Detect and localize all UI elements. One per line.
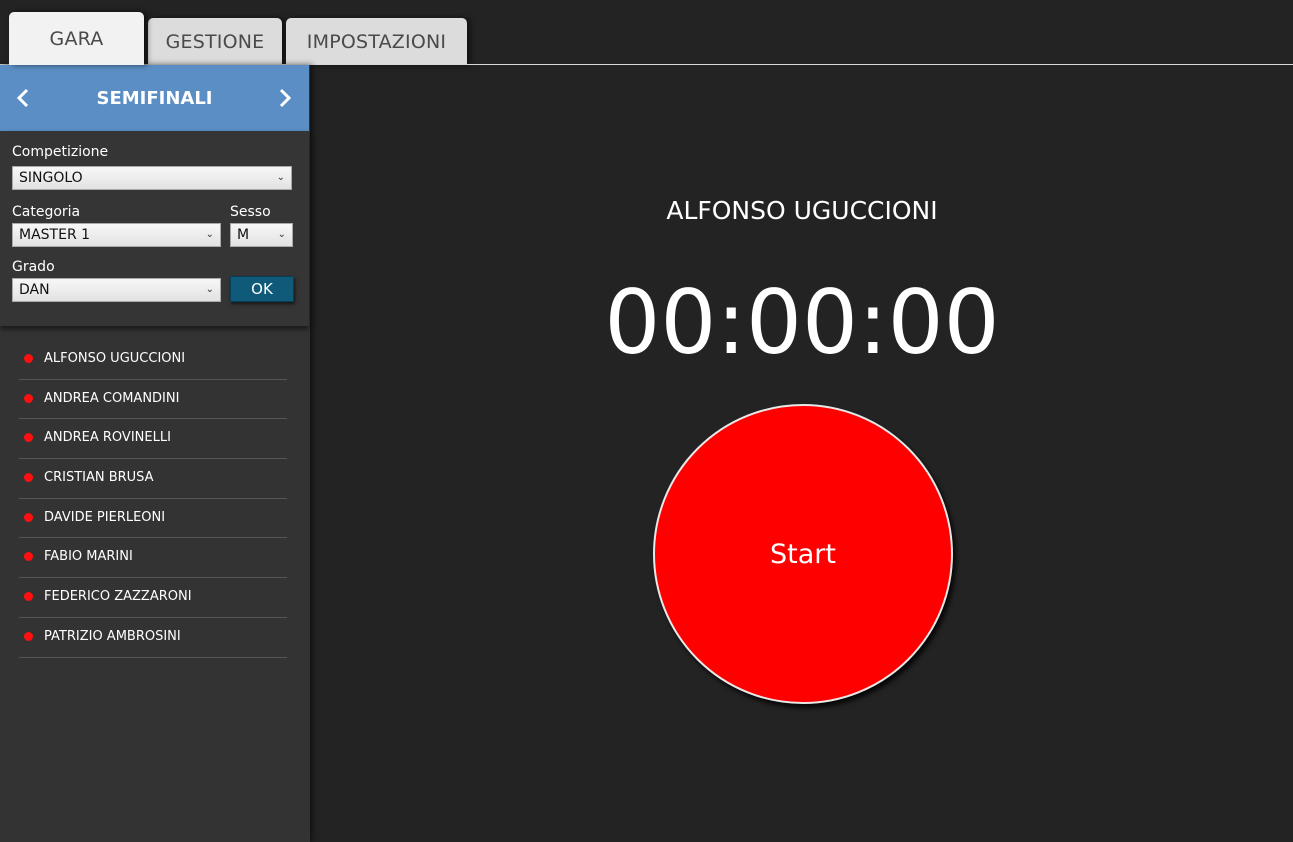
current-athlete-name: ALFONSO UGUCCIONI [666,196,938,225]
list-item[interactable]: PATRIZIO AMBROSINI [19,618,287,658]
grado-label: Grado [12,259,55,275]
phase-title: SEMIFINALI [96,87,213,109]
grado-value: DAN [19,282,50,298]
chevron-down-icon: ⌄ [205,284,214,295]
tab-impostazioni[interactable]: IMPOSTAZIONI [286,18,467,65]
grado-select[interactable]: DAN ⌄ [12,278,221,302]
categoria-select[interactable]: MASTER 1 ⌄ [12,223,221,247]
status-dot [24,631,33,641]
list-item[interactable]: FEDERICO ZAZZARONI [19,578,287,618]
athlete-name: PATRIZIO AMBROSINI [44,628,181,644]
ok-button[interactable]: OK [230,276,294,302]
sesso-label: Sesso [230,204,271,220]
tab-gara[interactable]: GARA [9,12,144,65]
athlete-list: ALFONSO UGUCCIONI ANDREA COMANDINI ANDRE… [19,340,287,658]
status-dot [24,592,33,602]
list-item[interactable]: ANDREA COMANDINI [19,380,287,420]
athlete-name: DAVIDE PIERLEONI [44,509,166,525]
tab-bar: GESTIONE IMPOSTAZIONI GARA [0,0,1293,65]
chevron-right-icon[interactable] [270,83,300,113]
athlete-name: ALFONSO UGUCCIONI [44,351,186,366]
chevron-down-icon: ⌄ [205,229,214,240]
chevron-down-icon: ⌄ [277,229,286,240]
list-item[interactable]: FABIO MARINI [19,538,287,579]
status-dot [24,393,33,403]
categoria-label: Categoria [12,204,81,220]
athlete-name: CRISTIAN BRUSA [44,470,154,486]
status-dot [24,433,33,443]
list-item[interactable]: ANDREA ROVINELLI [19,419,287,460]
status-dot [24,473,33,483]
tab-gestione[interactable]: GESTIONE [148,18,282,65]
app-window: GESTIONE IMPOSTAZIONI GARA SEMIFINALI Co… [0,0,1293,842]
status-dot [24,552,33,562]
chevron-left-icon[interactable] [8,83,38,113]
start-button[interactable]: Start [653,404,953,704]
athlete-name: FEDERICO ZAZZARONI [44,589,192,605]
categoria-value: MASTER 1 [19,227,91,243]
athlete-name: ANDREA COMANDINI [44,390,180,406]
competizione-label: Competizione [12,144,109,160]
list-item[interactable]: CRISTIAN BRUSA [19,459,287,499]
athlete-name: FABIO MARINI [44,549,133,565]
chevron-down-icon: ⌄ [276,172,285,183]
competizione-select[interactable]: SINGOLO ⌄ [12,166,292,190]
list-item[interactable]: ALFONSO UGUCCIONI [19,340,287,380]
list-item[interactable]: DAVIDE PIERLEONI [19,499,287,539]
sesso-select[interactable]: M ⌄ [230,223,293,247]
sidebar: SEMIFINALI Competizione SINGOLO ⌄ Catego… [0,65,310,842]
phase-header: SEMIFINALI [0,65,309,131]
status-dot [24,354,33,363]
timer-display: 00:00:00 [604,271,1000,374]
sesso-value: M [237,227,250,243]
status-dot [24,512,33,522]
competizione-value: SINGOLO [19,170,83,186]
athlete-name: ANDREA ROVINELLI [44,430,171,446]
